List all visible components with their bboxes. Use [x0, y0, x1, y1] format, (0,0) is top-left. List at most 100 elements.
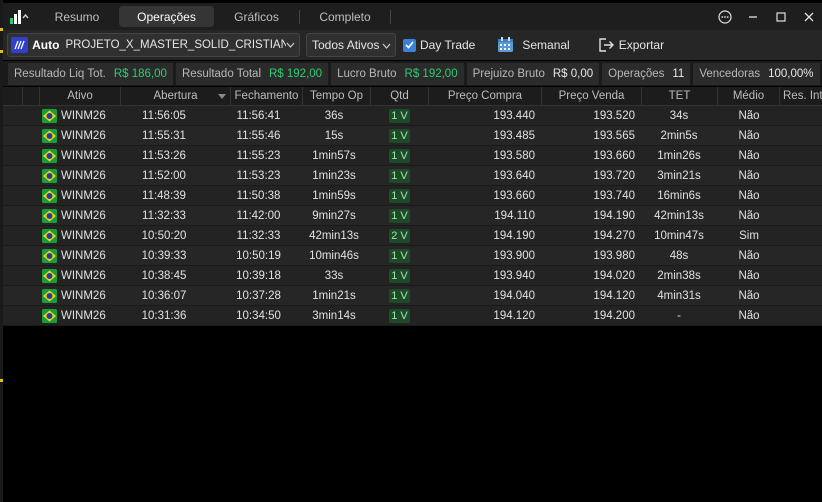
cell-preco-venda: 194.190: [593, 210, 635, 222]
asset-filter-select[interactable]: Todos Ativos: [306, 33, 396, 57]
brazil-flag-icon: [42, 249, 57, 263]
column-header-abertura[interactable]: Abertura: [120, 87, 230, 106]
column-header-tet[interactable]: TET: [641, 87, 717, 106]
window-controls: [718, 3, 816, 30]
cell-medio: Não: [738, 290, 760, 302]
account-name: PROJETO_X_MASTER_SOLID_CRISTIANO_FU: [65, 39, 286, 51]
app-menu-button[interactable]: [3, 3, 35, 30]
table-row[interactable]: WINM26 10:36:07 10:37:28 1min21s 1 V 194…: [3, 286, 822, 306]
title-tab-bar: Resumo Operações Gráficos Completo: [3, 3, 822, 30]
period-button[interactable]: Semanal: [497, 37, 570, 53]
column-header-preco-compra[interactable]: Preço Compra: [428, 87, 541, 106]
column-header-preco-venda[interactable]: Preço Venda: [541, 87, 641, 106]
export-button[interactable]: Exportar: [598, 37, 664, 53]
column-header-fechamento[interactable]: Fechamento: [230, 87, 302, 106]
cell-tet: 1min26s: [657, 150, 701, 162]
account-selector[interactable]: Auto PROJETO_X_MASTER_SOLID_CRISTIANO_FU: [7, 33, 300, 57]
cell-medio: Não: [738, 270, 760, 282]
cell-fechamento: 11:55:46: [236, 130, 281, 142]
checkbox-checked-icon: [403, 38, 416, 52]
tab-completo[interactable]: Completo: [300, 6, 390, 27]
cell-ativo: WINM26: [61, 130, 106, 142]
maximize-icon[interactable]: [774, 10, 788, 24]
cell-fechamento: 10:50:19: [236, 250, 281, 262]
close-icon[interactable]: [802, 10, 816, 24]
table-row[interactable]: WINM26 11:32:33 11:42:00 9min27s 1 V 194…: [3, 206, 822, 226]
summary-bar: Resultado Liq Tot. R$ 186,00 Resultado T…: [3, 61, 822, 86]
cell-abertura: 11:53:26: [142, 150, 186, 162]
cell-preco-venda: 194.120: [593, 290, 635, 302]
cell-tet: 4min31s: [657, 290, 701, 302]
column-header-medio[interactable]: Médio: [717, 87, 779, 106]
table-row[interactable]: WINM26 11:48:39 11:50:38 1min59s 1 V 193…: [3, 186, 822, 206]
cell-qtd-badge: 2 V: [389, 229, 410, 243]
cell-abertura: 11:56:05: [142, 110, 186, 122]
summary-resultado-total: Resultado Total R$ 192,00: [175, 62, 329, 85]
table-row[interactable]: WINM26 11:52:00 11:53:23 1min23s 1 V 193…: [3, 166, 822, 186]
table-row[interactable]: WINM26 10:50:20 11:32:33 42min13s 2 V 19…: [3, 226, 822, 246]
table-row[interactable]: WINM26 10:31:36 10:34:50 3min14s 1 V 194…: [3, 306, 822, 326]
brazil-flag-icon: [42, 149, 57, 163]
table-row[interactable]: WINM26 11:56:05 11:56:41 36s 1 V 193.440…: [3, 106, 822, 126]
table-row[interactable]: WINM26 10:38:45 10:39:18 33s 1 V 193.940…: [3, 266, 822, 286]
summary-prejuizo-bruto: Prejuizo Bruto R$ 0,00: [466, 62, 600, 85]
summary-value: 100,00%: [768, 67, 814, 80]
sort-desc-icon: [218, 94, 226, 99]
tab-operacoes[interactable]: Operações: [119, 6, 214, 27]
cell-qtd-badge: 1 V: [389, 249, 410, 263]
summary-value: 11: [672, 67, 685, 80]
column-header-ativo[interactable]: Ativo: [39, 87, 120, 106]
table-row[interactable]: WINM26 10:39:33 10:50:19 10min46s 1 V 19…: [3, 246, 822, 266]
cell-preco-compra: 193.580: [493, 150, 535, 162]
summary-label: Resultado Total: [181, 67, 261, 80]
cell-fechamento: 11:55:23: [236, 150, 281, 162]
brazil-flag-icon: [42, 189, 57, 203]
summary-resultado-liq: Resultado Liq Tot. R$ 186,00: [8, 62, 173, 85]
cell-qtd-badge: 1 V: [389, 129, 410, 143]
cell-preco-compra: 193.440: [493, 110, 535, 122]
cell-tempo-op: 10min46s: [309, 250, 359, 262]
cell-ativo: WINM26: [61, 290, 106, 302]
cell-tempo-op: 1min23s: [312, 170, 356, 182]
brazil-flag-icon: [42, 169, 57, 183]
cell-tet: 34s: [669, 110, 689, 122]
filter-toolbar: Auto PROJETO_X_MASTER_SOLID_CRISTIANO_FU…: [3, 30, 822, 60]
export-label: Exportar: [618, 38, 665, 52]
cell-medio: Não: [738, 170, 760, 182]
cell-tempo-op: 15s: [324, 130, 344, 142]
summary-value: R$ 192,00: [269, 67, 323, 80]
table-row[interactable]: WINM26 11:53:26 11:55:23 1min57s 1 V 193…: [3, 146, 822, 166]
cell-preco-compra: 194.110: [494, 210, 535, 222]
summary-value: R$ 186,00: [113, 67, 167, 80]
cell-ativo: WINM26: [61, 110, 106, 122]
minimize-icon[interactable]: [746, 10, 760, 24]
day-trade-label: Day Trade: [420, 38, 476, 52]
column-header-res-intervalo[interactable]: Res. Intervalo: [779, 87, 822, 106]
chevron-down-icon: [382, 38, 391, 52]
tab-resumo[interactable]: Resumo: [35, 6, 119, 27]
tab-graficos[interactable]: Gráficos: [214, 6, 299, 27]
cell-medio: Não: [738, 190, 760, 202]
cell-tet: 48s: [669, 250, 689, 262]
cell-fechamento: 10:37:28: [236, 290, 281, 302]
cell-preco-compra: 194.120: [493, 310, 535, 322]
more-options-icon[interactable]: [718, 9, 732, 24]
cell-abertura: 11:32:33: [142, 210, 186, 222]
cell-preco-compra: 193.940: [493, 270, 535, 282]
cell-medio: Não: [738, 310, 760, 322]
table-row[interactable]: WINM26 11:55:31 11:55:46 15s 1 V 193.485…: [3, 126, 822, 146]
summary-label: Lucro Bruto: [337, 67, 397, 80]
brazil-flag-icon: [42, 109, 57, 123]
day-trade-checkbox[interactable]: Day Trade: [403, 38, 475, 52]
cell-ativo: WINM26: [61, 210, 106, 222]
period-label: Semanal: [522, 38, 570, 52]
cell-qtd-badge: 1 V: [389, 149, 410, 163]
column-header-tempo-op[interactable]: Tempo Op: [302, 87, 370, 106]
bar-chart-logo-icon: [10, 9, 29, 24]
cell-preco-venda: 194.270: [593, 230, 635, 242]
cell-fechamento: 10:39:18: [236, 270, 281, 282]
cell-abertura: 10:31:36: [141, 310, 187, 322]
cell-tempo-op: 33s: [324, 270, 344, 282]
column-header-qtd[interactable]: Qtd: [370, 87, 428, 106]
calendar-icon: [498, 37, 514, 52]
